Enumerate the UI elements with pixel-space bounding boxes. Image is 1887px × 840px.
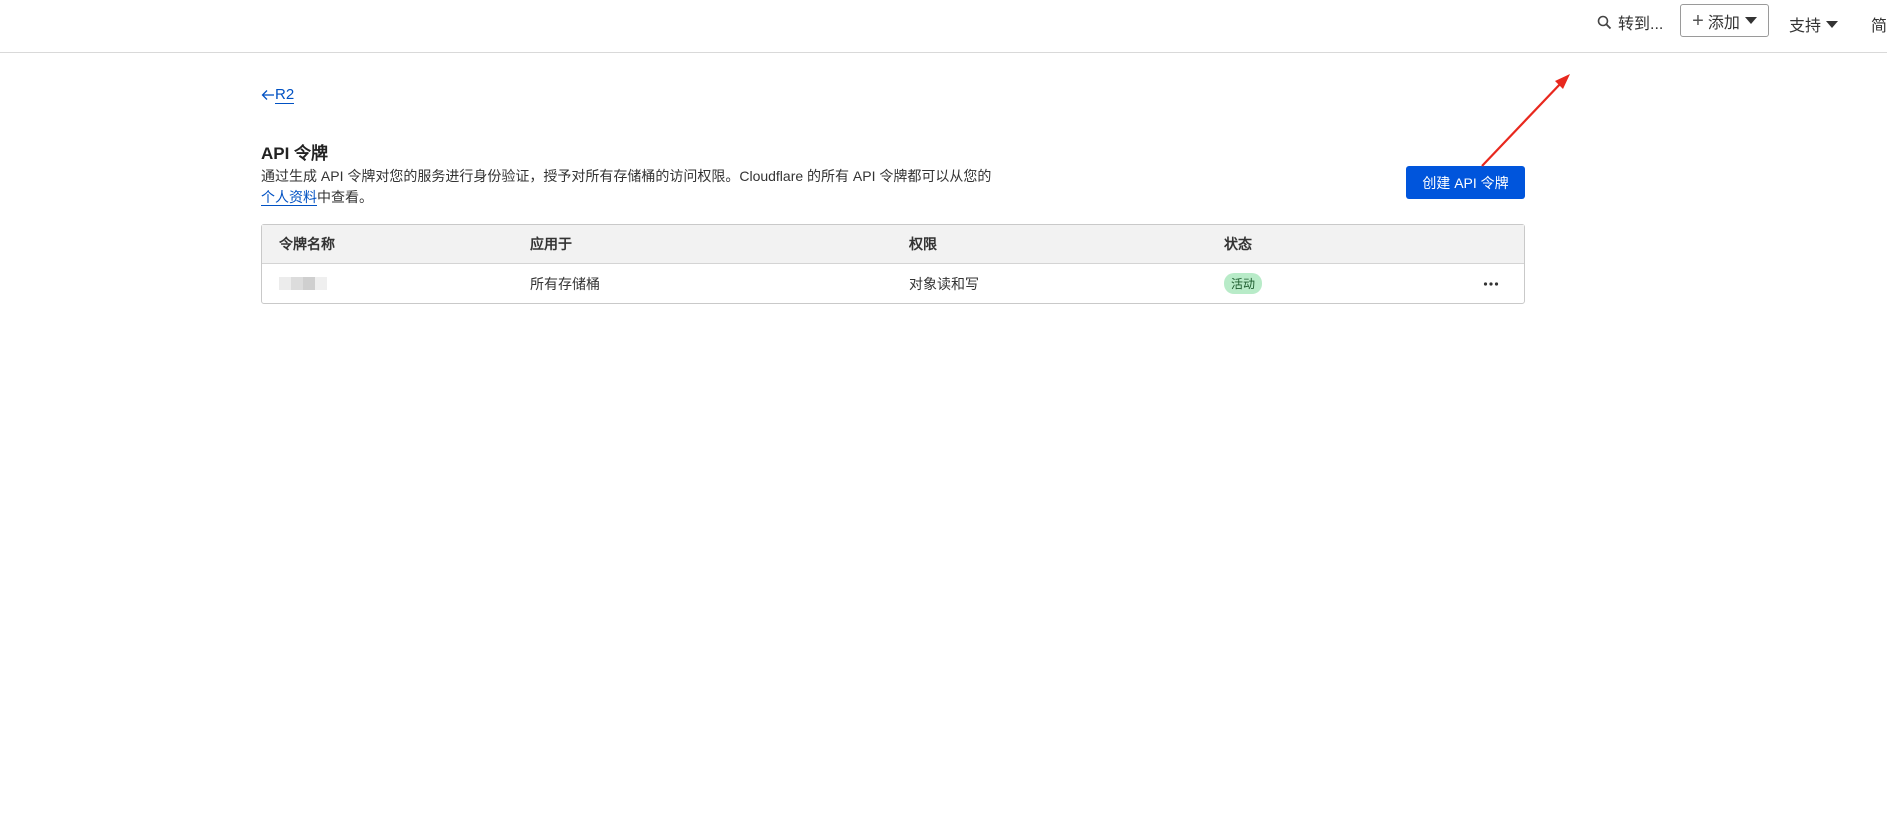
api-tokens-table: 令牌名称 应用于 权限 状态 所有存储桶 对象读和写 活动 — [261, 224, 1525, 304]
column-header-applies-to: 应用于 — [530, 236, 572, 252]
status-badge: 活动 — [1224, 273, 1263, 294]
applies-to-cell: 所有存储桶 — [530, 275, 600, 292]
language-label: 简 — [1871, 18, 1887, 35]
profile-link[interactable]: 个人资料 — [261, 189, 317, 206]
language-selector[interactable]: 简 — [1871, 12, 1887, 36]
arrow-left-icon — [261, 90, 274, 100]
page-description: 通过生成 API 令牌对您的服务进行身份验证，授予对所有存储桶的访问权限。Clo… — [261, 166, 1021, 208]
more-options-icon — [1483, 281, 1499, 286]
plus-icon: + — [1692, 9, 1704, 32]
support-dropdown-button[interactable]: 支持 — [1789, 12, 1839, 36]
back-link-label: R2 — [275, 86, 295, 104]
token-name-cell — [279, 264, 327, 303]
status-cell: 活动 — [1224, 264, 1263, 303]
description-text-end: 中查看。 — [317, 189, 373, 205]
description-text: 通过生成 API 令牌对您的服务进行身份验证，授予对所有存储桶的访问权限。Clo… — [261, 168, 992, 184]
redacted-token-name — [279, 277, 327, 290]
top-navigation-bar: 转到... + 添加 支持 简 — [0, 0, 1887, 53]
column-header-token-name: 令牌名称 — [279, 236, 335, 252]
support-label: 支持 — [1789, 18, 1822, 35]
goto-search-label: 转到... — [1618, 16, 1664, 33]
annotation-arrow-line — [1481, 81, 1563, 167]
caret-down-icon — [1826, 20, 1839, 28]
search-icon — [1597, 15, 1612, 29]
caret-down-icon — [1744, 17, 1757, 24]
column-header-permissions: 权限 — [909, 236, 937, 252]
permission-cell: 对象读和写 — [909, 275, 979, 292]
page-title: API 令牌 — [261, 144, 329, 163]
table-row: 所有存储桶 对象读和写 活动 — [262, 264, 1524, 303]
add-dropdown-button[interactable]: + 添加 — [1680, 4, 1769, 37]
column-header-status: 状态 — [1224, 236, 1252, 252]
add-label: 添加 — [1707, 14, 1740, 32]
annotation-arrow — [1481, 74, 1570, 167]
goto-search-button[interactable]: 转到... — [1597, 12, 1664, 33]
annotation-arrow-head — [1555, 74, 1570, 89]
back-to-r2-link[interactable]: R2 — [261, 86, 295, 104]
create-api-token-button[interactable]: 创建 API 令牌 — [1406, 166, 1525, 199]
row-actions-menu[interactable] — [1483, 264, 1499, 303]
table-header: 令牌名称 应用于 权限 状态 — [262, 225, 1524, 264]
